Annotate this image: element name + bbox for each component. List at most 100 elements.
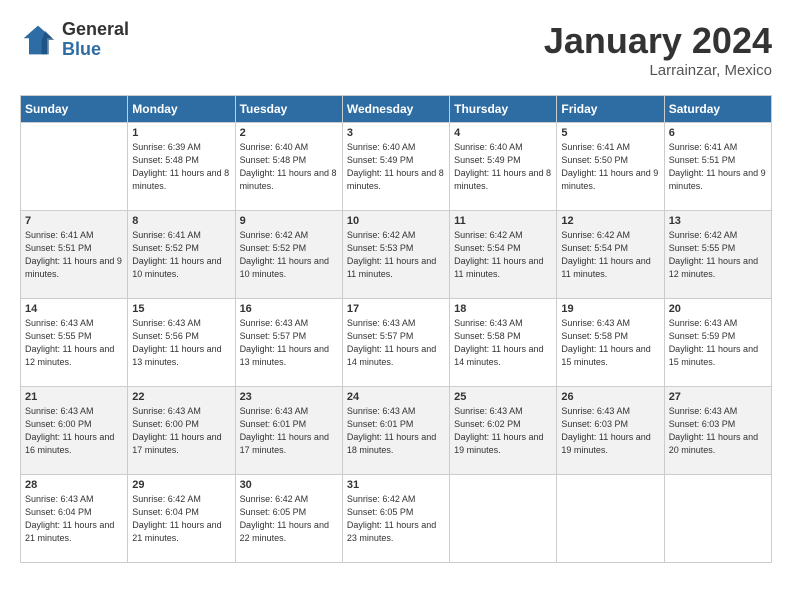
- day-of-week-header: Saturday: [664, 96, 771, 123]
- day-info: Sunrise: 6:40 AM Sunset: 5:49 PM Dayligh…: [347, 141, 445, 193]
- day-info: Sunrise: 6:40 AM Sunset: 5:48 PM Dayligh…: [240, 141, 338, 193]
- calendar-cell: 19Sunrise: 6:43 AM Sunset: 5:58 PM Dayli…: [557, 299, 664, 387]
- day-number: 5: [561, 127, 659, 139]
- day-info: Sunrise: 6:43 AM Sunset: 5:57 PM Dayligh…: [347, 317, 445, 369]
- day-info: Sunrise: 6:42 AM Sunset: 5:52 PM Dayligh…: [240, 229, 338, 281]
- day-info: Sunrise: 6:42 AM Sunset: 6:05 PM Dayligh…: [347, 493, 445, 545]
- day-of-week-header: Wednesday: [342, 96, 449, 123]
- day-number: 7: [25, 215, 123, 227]
- day-info: Sunrise: 6:43 AM Sunset: 6:03 PM Dayligh…: [669, 405, 767, 457]
- calendar-cell: 2 Sunrise: 6:40 AM Sunset: 5:48 PM Daylig…: [235, 123, 342, 211]
- calendar-cell: 17 Sunrise: 6:43 AM Sunset: 5:57 PM Dayli…: [342, 299, 449, 387]
- location-subtitle: Larrainzar, Mexico: [544, 62, 772, 79]
- day-number: 26: [561, 391, 659, 403]
- title-block: January 2024 Larrainzar, Mexico: [544, 20, 772, 79]
- day-info: Sunrise: 6:41 AM Sunset: 5:52 PM Dayligh…: [132, 229, 230, 281]
- calendar-week-row: 28Sunrise: 6:43 AM Sunset: 6:04 PM Dayli…: [21, 475, 772, 563]
- day-of-week-header: Thursday: [450, 96, 557, 123]
- calendar-cell: 25 Sunrise: 6:43 AM Sunset: 6:02 PM Dayli…: [450, 387, 557, 475]
- day-info: Sunrise: 6:40 AM Sunset: 5:49 PM Dayligh…: [454, 141, 552, 193]
- day-number: 23: [240, 391, 338, 403]
- calendar-cell: 7 Sunrise: 6:41 AM Sunset: 5:51 PM Daylig…: [21, 211, 128, 299]
- day-number: 24: [347, 391, 445, 403]
- day-number: 13: [669, 215, 767, 227]
- day-info: Sunrise: 6:43 AM Sunset: 6:01 PM Dayligh…: [347, 405, 445, 457]
- day-info: Sunrise: 6:42 AM Sunset: 5:53 PM Dayligh…: [347, 229, 445, 281]
- day-number: 30: [240, 479, 338, 491]
- day-info: Sunrise: 6:43 AM Sunset: 5:55 PM Dayligh…: [25, 317, 123, 369]
- day-number: 8: [132, 215, 230, 227]
- calendar-cell: [21, 123, 128, 211]
- day-number: 29: [132, 479, 230, 491]
- calendar-cell: 27 Sunrise: 6:43 AM Sunset: 6:03 PM Dayli…: [664, 387, 771, 475]
- calendar-cell: 11 Sunrise: 6:42 AM Sunset: 5:54 PM Dayli…: [450, 211, 557, 299]
- day-info: Sunrise: 6:43 AM Sunset: 6:00 PM Dayligh…: [132, 405, 230, 457]
- logo-blue-text: Blue: [62, 40, 129, 60]
- day-info: Sunrise: 6:41 AM Sunset: 5:50 PM Dayligh…: [561, 141, 659, 193]
- day-number: 1: [132, 127, 230, 139]
- day-of-week-header: Monday: [128, 96, 235, 123]
- calendar-cell: 30Sunrise: 6:42 AM Sunset: 6:05 PM Dayli…: [235, 475, 342, 563]
- day-number: 27: [669, 391, 767, 403]
- day-number: 17: [347, 303, 445, 315]
- calendar-table: SundayMondayTuesdayWednesdayThursdayFrid…: [20, 95, 772, 563]
- day-number: 2: [240, 127, 338, 139]
- day-number: 25: [454, 391, 552, 403]
- day-info: Sunrise: 6:43 AM Sunset: 5:59 PM Dayligh…: [669, 317, 767, 369]
- calendar-cell: 12Sunrise: 6:42 AM Sunset: 5:54 PM Dayli…: [557, 211, 664, 299]
- day-info: Sunrise: 6:43 AM Sunset: 6:01 PM Dayligh…: [240, 405, 338, 457]
- day-info: Sunrise: 6:41 AM Sunset: 5:51 PM Dayligh…: [669, 141, 767, 193]
- calendar-cell: 3 Sunrise: 6:40 AM Sunset: 5:49 PM Daylig…: [342, 123, 449, 211]
- logo: General Blue: [20, 20, 129, 60]
- day-number: 16: [240, 303, 338, 315]
- day-number: 22: [132, 391, 230, 403]
- calendar-cell: 24 Sunrise: 6:43 AM Sunset: 6:01 PM Dayli…: [342, 387, 449, 475]
- calendar-cell: [664, 475, 771, 563]
- calendar-cell: 26Sunrise: 6:43 AM Sunset: 6:03 PM Dayli…: [557, 387, 664, 475]
- calendar-cell: 10 Sunrise: 6:42 AM Sunset: 5:53 PM Dayli…: [342, 211, 449, 299]
- calendar-cell: 15 Sunrise: 6:43 AM Sunset: 5:56 PM Dayli…: [128, 299, 235, 387]
- day-info: Sunrise: 6:42 AM Sunset: 5:54 PM Dayligh…: [454, 229, 552, 281]
- day-number: 20: [669, 303, 767, 315]
- logo-icon: [20, 22, 56, 58]
- day-number: 12: [561, 215, 659, 227]
- day-number: 4: [454, 127, 552, 139]
- day-number: 6: [669, 127, 767, 139]
- calendar-cell: 18 Sunrise: 6:43 AM Sunset: 5:58 PM Dayli…: [450, 299, 557, 387]
- calendar-cell: 1 Sunrise: 6:39 AM Sunset: 5:48 PM Daylig…: [128, 123, 235, 211]
- day-info: Sunrise: 6:41 AM Sunset: 5:51 PM Dayligh…: [25, 229, 123, 281]
- day-number: 3: [347, 127, 445, 139]
- day-number: 21: [25, 391, 123, 403]
- calendar-cell: 16 Sunrise: 6:43 AM Sunset: 5:57 PM Dayli…: [235, 299, 342, 387]
- day-info: Sunrise: 6:43 AM Sunset: 5:57 PM Dayligh…: [240, 317, 338, 369]
- day-info: Sunrise: 6:43 AM Sunset: 6:04 PM Dayligh…: [25, 493, 123, 545]
- calendar-cell: 6 Sunrise: 6:41 AM Sunset: 5:51 PM Daylig…: [664, 123, 771, 211]
- day-info: Sunrise: 6:43 AM Sunset: 6:02 PM Dayligh…: [454, 405, 552, 457]
- day-info: Sunrise: 6:39 AM Sunset: 5:48 PM Dayligh…: [132, 141, 230, 193]
- day-number: 10: [347, 215, 445, 227]
- calendar-cell: 14Sunrise: 6:43 AM Sunset: 5:55 PM Dayli…: [21, 299, 128, 387]
- day-of-week-header: Tuesday: [235, 96, 342, 123]
- calendar-week-row: 21 Sunrise: 6:43 AM Sunset: 6:00 PM Dayli…: [21, 387, 772, 475]
- calendar-cell: [450, 475, 557, 563]
- month-title: January 2024: [544, 20, 772, 62]
- day-number: 18: [454, 303, 552, 315]
- day-info: Sunrise: 6:43 AM Sunset: 6:00 PM Dayligh…: [25, 405, 123, 457]
- day-info: Sunrise: 6:43 AM Sunset: 5:58 PM Dayligh…: [454, 317, 552, 369]
- day-info: Sunrise: 6:42 AM Sunset: 5:55 PM Dayligh…: [669, 229, 767, 281]
- logo-text: General Blue: [62, 20, 129, 60]
- calendar-cell: [557, 475, 664, 563]
- calendar-cell: 9 Sunrise: 6:42 AM Sunset: 5:52 PM Daylig…: [235, 211, 342, 299]
- calendar-header-row: SundayMondayTuesdayWednesdayThursdayFrid…: [21, 96, 772, 123]
- logo-general-text: General: [62, 20, 129, 40]
- calendar-cell: 8 Sunrise: 6:41 AM Sunset: 5:52 PM Daylig…: [128, 211, 235, 299]
- page-header: General Blue January 2024 Larrainzar, Me…: [20, 20, 772, 79]
- calendar-cell: 13 Sunrise: 6:42 AM Sunset: 5:55 PM Dayli…: [664, 211, 771, 299]
- day-of-week-header: Sunday: [21, 96, 128, 123]
- day-number: 11: [454, 215, 552, 227]
- day-number: 31: [347, 479, 445, 491]
- calendar-cell: 5 Sunrise: 6:41 AM Sunset: 5:50 PM Daylig…: [557, 123, 664, 211]
- day-number: 15: [132, 303, 230, 315]
- day-info: Sunrise: 6:43 AM Sunset: 5:56 PM Dayligh…: [132, 317, 230, 369]
- day-number: 9: [240, 215, 338, 227]
